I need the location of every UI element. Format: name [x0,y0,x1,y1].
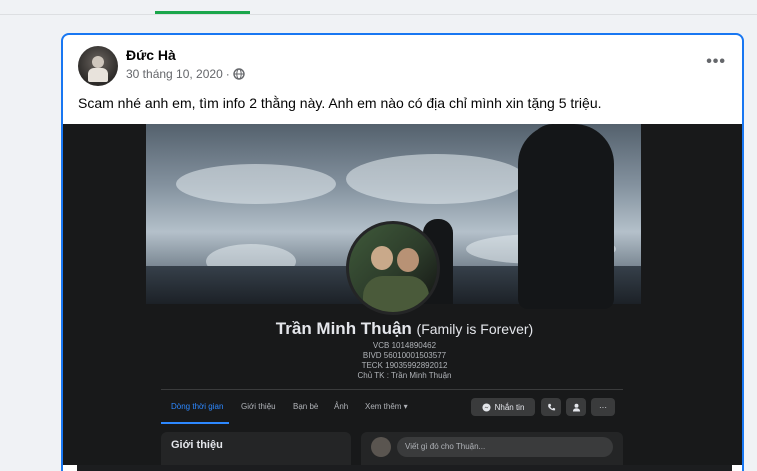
person-icon [572,403,580,412]
profile-nickname: (Family is Forever) [416,321,534,337]
tab-photos: Ảnh [334,402,349,411]
profile-bio: VCB 1014890462 BIVD 56010001503577 TECK … [63,341,742,381]
bio-line: TECK 19035992892012 [361,361,448,370]
post-caption: Scam nhé anh em, tìm info 2 thằng này. A… [78,95,602,111]
tab-friends: Bạn bè [293,402,319,411]
intro-heading: Giới thiệu [171,439,223,451]
call-button [541,398,561,416]
post-photo[interactable]: Trần Minh Thuận (Family is Forever) VCB … [63,124,742,471]
profile-full-name: Trần Minh Thuận [275,319,412,338]
adult-silhouette [518,124,614,309]
active-tab-indicator [155,11,250,14]
tab-timeline-underline [161,422,229,424]
tab-about: Giới thiệu [241,402,276,411]
top-nav-bar [0,0,757,15]
post-author-name[interactable]: Đức Hà [126,47,176,63]
avatar-head [92,56,104,68]
tab-see-more: Xem thêm ▾ [365,402,408,411]
bio-line: BIVD 56010001503577 [362,351,447,360]
bio-line: VCB 1014890462 [372,341,437,350]
profile-picture-face [371,246,393,270]
post-more-options-icon[interactable]: ••• [706,53,726,71]
profile-tabs: Dòng thời gian Giới thiệu Bạn bè Ảnh Xem… [161,389,623,424]
message-button-label: Nhắn tin [494,402,525,412]
composer-placeholder: Viết gì đó cho Thuận... [397,437,613,457]
profile-name: Trần Minh Thuận (Family is Forever) [63,319,742,339]
photo-bottom-edge [63,465,742,471]
tab-timeline: Dòng thời gian [171,402,224,411]
avatar-body [88,68,108,82]
add-friend-button [566,398,586,416]
phone-icon [547,403,555,410]
profile-picture [346,221,440,315]
cloud-shape [176,164,336,204]
post-card: Đức Hà 30 tháng 10, 2020 · ••• Scam nhé … [61,33,744,471]
profile-picture-body [363,276,429,312]
post-date[interactable]: 30 tháng 10, 2020 [126,67,223,81]
profile-more-button: ··· [591,398,615,416]
post-meta: 30 tháng 10, 2020 · [126,67,245,81]
profile-picture-face [397,248,419,272]
author-avatar[interactable] [78,46,118,86]
globe-icon[interactable] [233,68,245,80]
bio-line: Chủ TK : Trần Minh Thuận [357,371,452,380]
messenger-icon [482,402,491,412]
next-image-strip [77,465,732,471]
message-button: Nhắn tin [471,398,535,416]
meta-separator: · [225,67,230,81]
composer-avatar [371,437,391,457]
cloud-shape [346,154,526,204]
